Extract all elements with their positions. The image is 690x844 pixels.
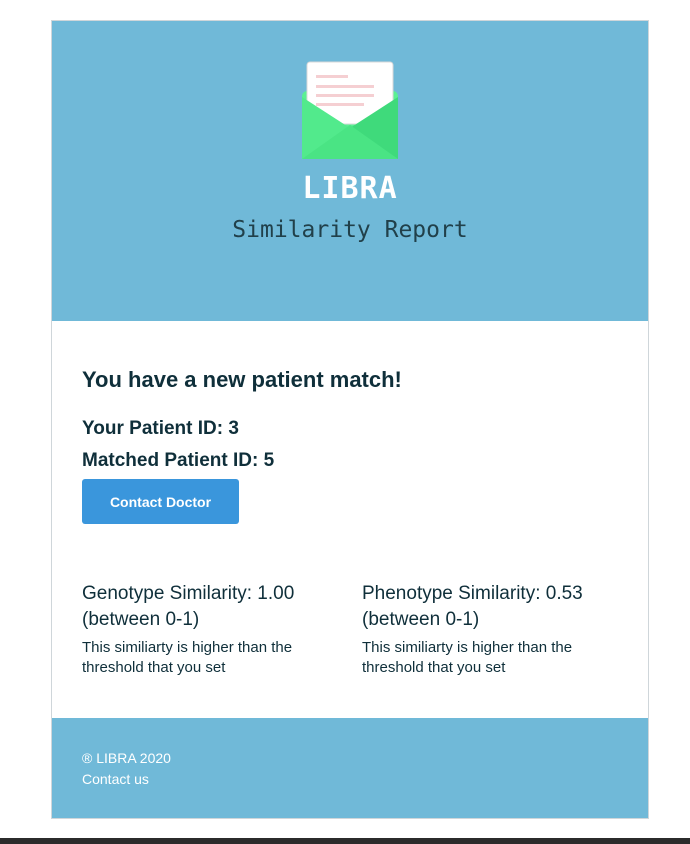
email-footer: ® LIBRA 2020 Contact us <box>52 718 648 818</box>
phenotype-similarity-value: Phenotype Similarity: 0.53 <box>362 583 583 604</box>
genotype-similarity-value: Genotype Similarity: 1.00 <box>82 583 295 604</box>
matched-patient-id: Matched Patient ID: 5 <box>82 450 275 471</box>
email-container: LIBRA Similarity Report You have a new p… <box>51 20 649 819</box>
email-body: You have a new patient match! Your Patie… <box>52 321 648 718</box>
phenotype-similarity-note: This similiarty is higher than the thres… <box>362 639 573 676</box>
report-subtitle: Similarity Report <box>232 217 468 243</box>
window-bottom-edge <box>0 838 690 844</box>
email-header: LIBRA Similarity Report <box>52 21 648 321</box>
genotype-similarity-range: (between 0-1) <box>82 609 200 630</box>
phenotype-similarity-range: (between 0-1) <box>362 609 480 630</box>
contact-us-link[interactable]: Contact us <box>82 771 149 787</box>
phenotype-similarity: Phenotype Similarity: 0.53 (between 0-1)… <box>362 581 612 678</box>
phenotype-similarity-title: Phenotype Similarity: 0.53 (between 0-1) <box>362 581 612 633</box>
your-patient-id: Your Patient ID: 3 <box>82 418 239 439</box>
genotype-similarity-title: Genotype Similarity: 1.00 (between 0-1) <box>82 581 332 633</box>
copyright-text: ® LIBRA 2020 <box>82 750 171 766</box>
genotype-similarity-note: This similiarty is higher than the thres… <box>82 639 293 676</box>
brand-title: LIBRA <box>302 171 398 206</box>
envelope-letter-icon <box>302 61 398 159</box>
genotype-similarity: Genotype Similarity: 1.00 (between 0-1) … <box>82 581 332 678</box>
match-headline: You have a new patient match! <box>82 367 402 392</box>
contact-doctor-button[interactable]: Contact Doctor <box>82 479 239 524</box>
